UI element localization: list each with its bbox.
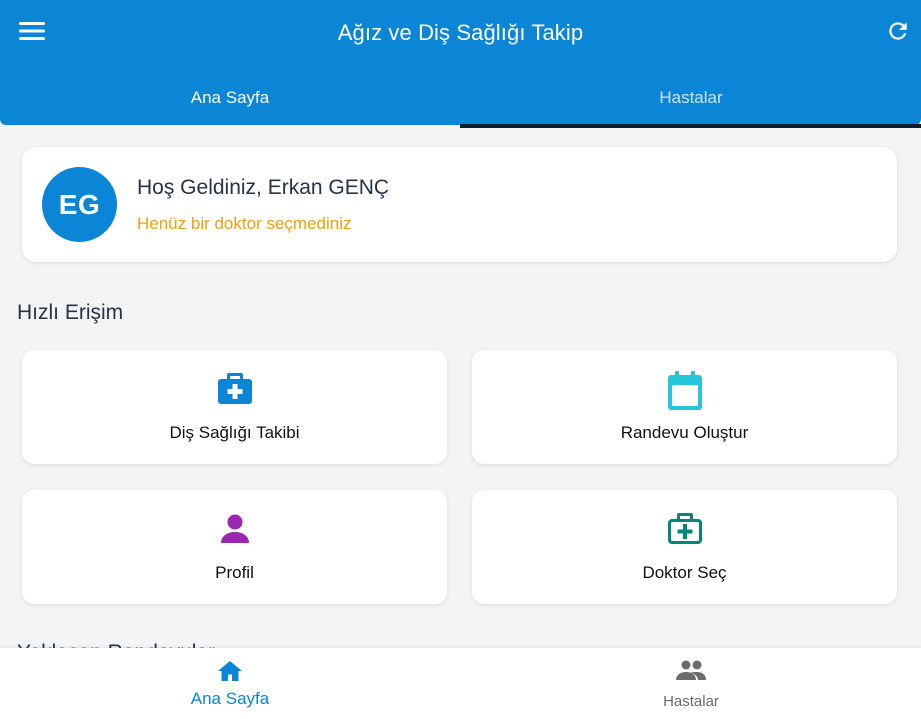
welcome-card: EG Hoş Geldiniz, Erkan GENÇ Henüz bir do… [22,147,897,262]
tab-label: Hastalar [659,88,723,107]
app-title: Ağız ve Diş Sağlığı Takip [337,20,584,45]
tab-label: Ana Sayfa [190,88,270,107]
doctor-status-text: Henüz bir doktor seçmediniz [137,214,352,233]
person-icon [219,514,251,549]
quick-select-doctor-button[interactable]: Doktor Seç [472,490,897,604]
welcome-title: Hoş Geldiniz, Erkan GENÇ [137,176,390,199]
quick-profile-button[interactable]: Profil [22,490,447,604]
quick-dental-tracking-button[interactable]: Diş Sağlığı Takibi [22,350,447,464]
quick-access-label: Profil [215,563,254,582]
bottom-nav-hastalar[interactable]: Hastalar [461,648,921,719]
people-icon [676,660,706,685]
bottom-nav-ana-sayfa[interactable]: Ana Sayfa [0,648,460,719]
quick-access-label: Randevu Oluştur [620,423,749,442]
avatar: EG [42,167,117,242]
bottom-navigation: Ana Sayfa Hastalar [0,648,921,719]
quick-create-appointment-button[interactable]: Randevu Oluştur [472,350,897,464]
tab-hastalar[interactable]: Hastalar [461,76,921,122]
quick-access-label: Diş Sağlığı Takibi [169,423,300,442]
bottom-nav-label: Hastalar [663,693,719,710]
quick-access-label: Doktor Seç [642,563,727,582]
refresh-icon [885,18,911,49]
medical-kit-icon [667,511,703,550]
tab-ana-sayfa[interactable]: Ana Sayfa [0,76,460,122]
medical-bag-icon [217,371,253,410]
home-icon [217,660,243,687]
tab-indicator [460,124,921,128]
quick-access-title: Hızlı Erişim [17,301,124,324]
refresh-button[interactable] [884,19,912,47]
bottom-nav-label: Ana Sayfa [190,689,270,708]
calendar-icon [667,371,703,416]
app-bar: Ağız ve Diş Sağlığı Takip Ana Sayfa Hast… [0,0,921,125]
